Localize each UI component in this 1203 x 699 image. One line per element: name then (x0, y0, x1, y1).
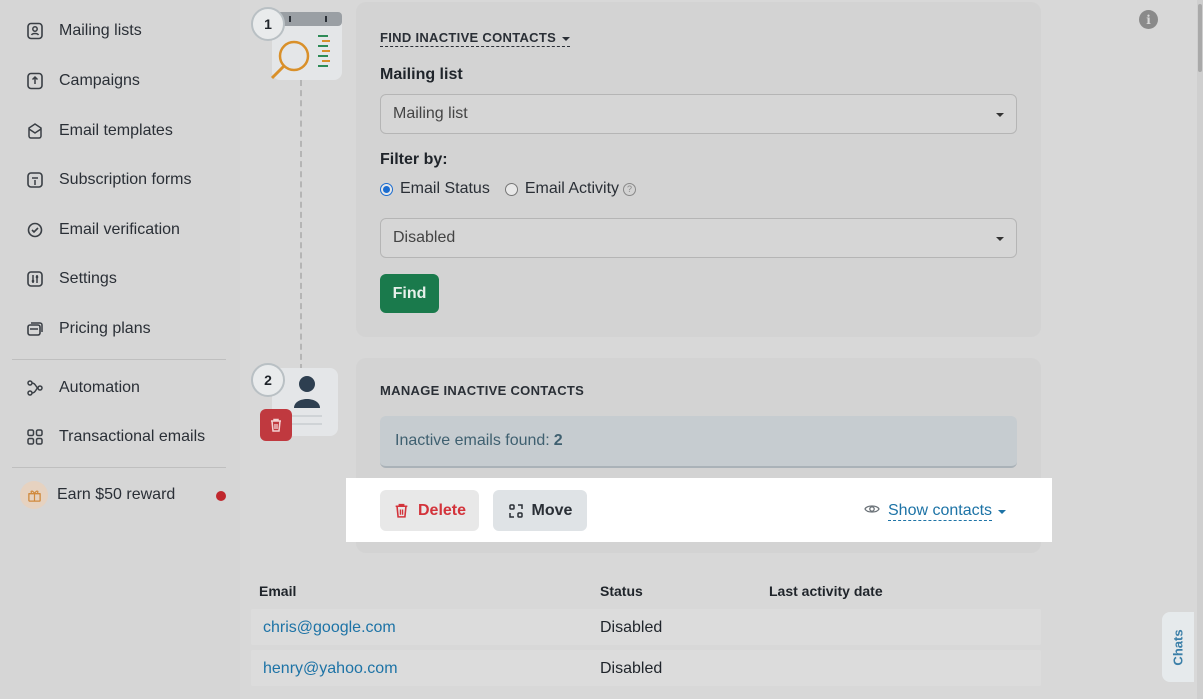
chevron-down-icon (996, 113, 1004, 117)
template-icon (24, 120, 46, 142)
move-button[interactable]: Move (493, 490, 587, 531)
gift-icon (20, 481, 48, 509)
verification-icon (24, 219, 46, 241)
sidebar: Mailing lists Campaigns Email templates … (0, 0, 240, 699)
sidebar-divider (12, 359, 226, 360)
step-number-1: 1 (251, 7, 285, 41)
find-inactive-dropdown[interactable]: FIND INACTIVE CONTACTS (380, 30, 571, 47)
sidebar-item-subscription-forms[interactable]: Subscription forms (24, 168, 192, 192)
radio-email-activity[interactable] (504, 182, 518, 196)
inactive-found-banner: Inactive emails found: 2 (380, 416, 1017, 468)
mailing-list-icon (24, 20, 46, 42)
email-status-select[interactable]: Disabled (380, 218, 1017, 258)
sidebar-item-label: Pricing plans (59, 320, 151, 337)
table-header-email: Email (259, 583, 297, 599)
table-cell-email[interactable]: chris@google.com (263, 619, 396, 637)
table-cell-status: Disabled (600, 660, 663, 677)
trash-badge-icon (260, 409, 292, 441)
step-connector (300, 80, 302, 370)
eye-icon (864, 501, 880, 522)
mailing-list-select[interactable]: Mailing list (380, 94, 1017, 134)
sidebar-item-label: Campaigns (59, 72, 140, 89)
sidebar-item-settings[interactable]: Settings (24, 267, 117, 291)
mailing-list-label: Mailing list (380, 66, 463, 83)
sidebar-item-label: Transactional emails (59, 428, 206, 445)
automation-icon (24, 377, 46, 399)
scrollbar-thumb[interactable] (1198, 4, 1202, 72)
campaign-icon (24, 70, 46, 92)
filter-radio-group: Email Status Email Activity ? (380, 180, 637, 198)
sidebar-item-mailing-lists[interactable]: Mailing lists (24, 19, 142, 43)
table-cell-status: Disabled (600, 619, 663, 636)
sidebar-item-pricing-plans[interactable]: Pricing plans (24, 317, 151, 341)
settings-icon (24, 268, 46, 290)
sidebar-item-earn-reward[interactable]: Earn $50 reward (20, 481, 176, 509)
move-label: Move (531, 501, 573, 519)
radio-email-status-label[interactable]: Email Status (400, 180, 490, 198)
chats-button[interactable]: Chats (1162, 612, 1194, 682)
filter-label: Filter by: (380, 151, 448, 168)
delete-button[interactable]: Delete (380, 490, 479, 531)
notification-dot (216, 491, 226, 501)
delete-label: Delete (417, 501, 467, 519)
find-inactive-title: FIND INACTIVE CONTACTS (380, 30, 557, 45)
inactive-found-label: Inactive emails found: (395, 432, 550, 449)
sidebar-item-label: Subscription forms (59, 171, 192, 188)
sidebar-divider (12, 467, 226, 468)
manage-inactive-title: MANAGE INACTIVE CONTACTS (380, 383, 585, 398)
table-cell-email[interactable]: henry@yahoo.com (263, 660, 398, 678)
sidebar-item-email-templates[interactable]: Email templates (24, 119, 173, 143)
info-icon[interactable]: i (1139, 10, 1158, 29)
find-inactive-card (356, 2, 1041, 337)
sidebar-item-label: Mailing lists (59, 22, 142, 39)
email-status-value: Disabled (393, 229, 456, 246)
step-number-2: 2 (251, 363, 285, 397)
chats-label: Chats (1170, 628, 1186, 666)
sidebar-item-label: Email verification (59, 221, 180, 238)
sidebar-item-automation[interactable]: Automation (24, 376, 140, 400)
sidebar-item-label: Earn $50 reward (57, 486, 176, 503)
sidebar-item-transactional-emails[interactable]: Transactional emails (24, 425, 205, 449)
sidebar-item-label: Automation (59, 379, 140, 396)
form-icon (24, 169, 46, 191)
scrollbar[interactable] (1197, 0, 1203, 699)
show-contacts-label: Show contacts (888, 502, 993, 521)
sidebar-item-campaigns[interactable]: Campaigns (24, 69, 140, 93)
radio-email-status[interactable] (380, 182, 393, 196)
mailing-list-value: Mailing list (393, 105, 468, 122)
inactive-found-count: 2 (553, 432, 563, 449)
sidebar-item-label: Email templates (59, 122, 173, 139)
sidebar-item-label: Settings (59, 270, 117, 287)
show-contacts-toggle[interactable]: Show contacts (864, 501, 1007, 522)
table-header-last-activity: Last activity date (769, 583, 883, 599)
sidebar-item-email-verification[interactable]: Email verification (24, 218, 180, 242)
find-button[interactable]: Find (380, 274, 439, 313)
trash-icon (393, 502, 410, 519)
chevron-down-icon (998, 509, 1007, 514)
chevron-down-icon (996, 237, 1004, 241)
pricing-icon (24, 318, 46, 340)
help-icon[interactable]: ? (623, 182, 637, 196)
chevron-down-icon (562, 36, 571, 41)
move-icon (508, 503, 524, 519)
grid-icon (24, 426, 46, 448)
radio-email-activity-label[interactable]: Email Activity (525, 180, 619, 198)
table-header-status: Status (600, 583, 643, 599)
